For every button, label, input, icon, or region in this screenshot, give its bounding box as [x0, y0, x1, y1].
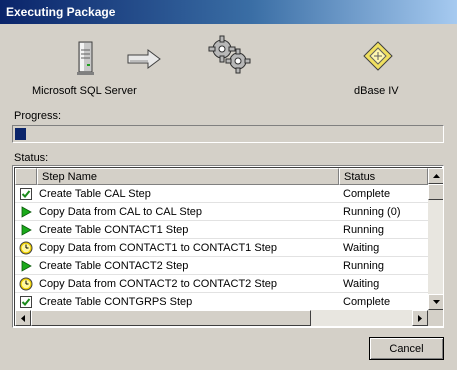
arrow-up-icon: [432, 174, 440, 178]
clock-icon: [15, 239, 37, 257]
table-row[interactable]: Create Table CONTACT1 Step Running: [15, 221, 428, 239]
check-icon: [15, 185, 37, 203]
table-row[interactable]: Copy Data from CONTACT1 to CONTACT1 Step…: [15, 239, 428, 257]
arrow-right-small-icon: [418, 314, 422, 322]
list-rows: Create Table CAL Step Complete Copy Data f…: [15, 185, 428, 311]
step-status-cell: Waiting: [343, 241, 380, 254]
progress-fill: [15, 128, 26, 140]
step-status-cell: Running: [343, 223, 384, 236]
header-step-name[interactable]: Step Name: [37, 168, 339, 185]
play-icon: [15, 257, 37, 275]
package-window: Executing Package Microsoft SQL Server d…: [0, 0, 457, 370]
play-icon: [15, 203, 37, 221]
source-label: Microsoft SQL Server: [32, 85, 137, 97]
scroll-down-button[interactable]: [428, 294, 443, 310]
horizontal-scrollbar[interactable]: [15, 310, 428, 326]
table-row[interactable]: Create Table CONTACT2 Step Running: [15, 257, 428, 275]
arrow-down-icon: [432, 300, 440, 304]
status-list[interactable]: Step Name Status Create Table CAL Step Co…: [12, 165, 444, 328]
title-bar: Executing Package: [0, 0, 457, 24]
step-name-cell: Copy Data from CONTACT1 to CONTACT1 Step: [39, 241, 277, 254]
window-title: Executing Package: [6, 5, 116, 19]
scrollbar-corner: [428, 310, 443, 326]
status-label: Status:: [14, 152, 49, 164]
step-name-cell: Create Table CONTACT2 Step: [39, 259, 189, 272]
step-status-cell: Running: [343, 259, 384, 272]
play-icon: [15, 221, 37, 239]
table-row[interactable]: Create Table CAL Step Complete: [15, 185, 428, 203]
arrow-left-icon: [21, 314, 25, 322]
step-status-cell: Running (0): [343, 205, 401, 218]
step-status-cell: Waiting: [343, 277, 380, 290]
clock-icon: [15, 275, 37, 293]
progress-bar: [12, 125, 444, 143]
dbase-file-icon: [360, 38, 396, 74]
scroll-up-button[interactable]: [428, 168, 443, 184]
progress-label: Progress:: [14, 110, 62, 122]
step-status-cell: Complete: [343, 187, 391, 200]
table-row[interactable]: Copy Data from CONTACT2 to CONTACT2 Step…: [15, 275, 428, 293]
list-header: Step Name Status: [15, 168, 428, 185]
step-name-cell: Create Table CONTACT1 Step: [39, 223, 189, 236]
step-name-cell: Copy Data from CONTACT2 to CONTACT2 Step: [39, 277, 277, 290]
table-row[interactable]: Copy Data from CAL to CAL Step Running (0…: [15, 203, 428, 221]
scroll-right-button[interactable]: [412, 310, 428, 326]
vertical-scroll-thumb[interactable]: [428, 184, 443, 200]
cancel-button[interactable]: Cancel: [369, 337, 444, 360]
destination-label: dBase IV: [354, 85, 399, 97]
vertical-scrollbar[interactable]: [428, 168, 443, 310]
table-row[interactable]: Create Table CONTGRPS Step Complete: [15, 293, 428, 311]
header-icon-column[interactable]: [15, 168, 37, 185]
gears-icon: [208, 35, 252, 75]
step-name-cell: Copy Data from CAL to CAL Step: [39, 205, 203, 218]
step-name-cell: Create Table CAL Step: [39, 187, 151, 200]
database-server-icon: [72, 40, 100, 76]
horizontal-scroll-thumb[interactable]: [31, 310, 311, 326]
scroll-left-button[interactable]: [15, 310, 31, 326]
step-status-cell: Complete: [343, 295, 391, 308]
arrow-right-icon: [126, 48, 162, 70]
step-name-cell: Create Table CONTGRPS Step: [39, 295, 193, 308]
check-icon: [15, 293, 37, 311]
header-status[interactable]: Status: [339, 168, 428, 185]
